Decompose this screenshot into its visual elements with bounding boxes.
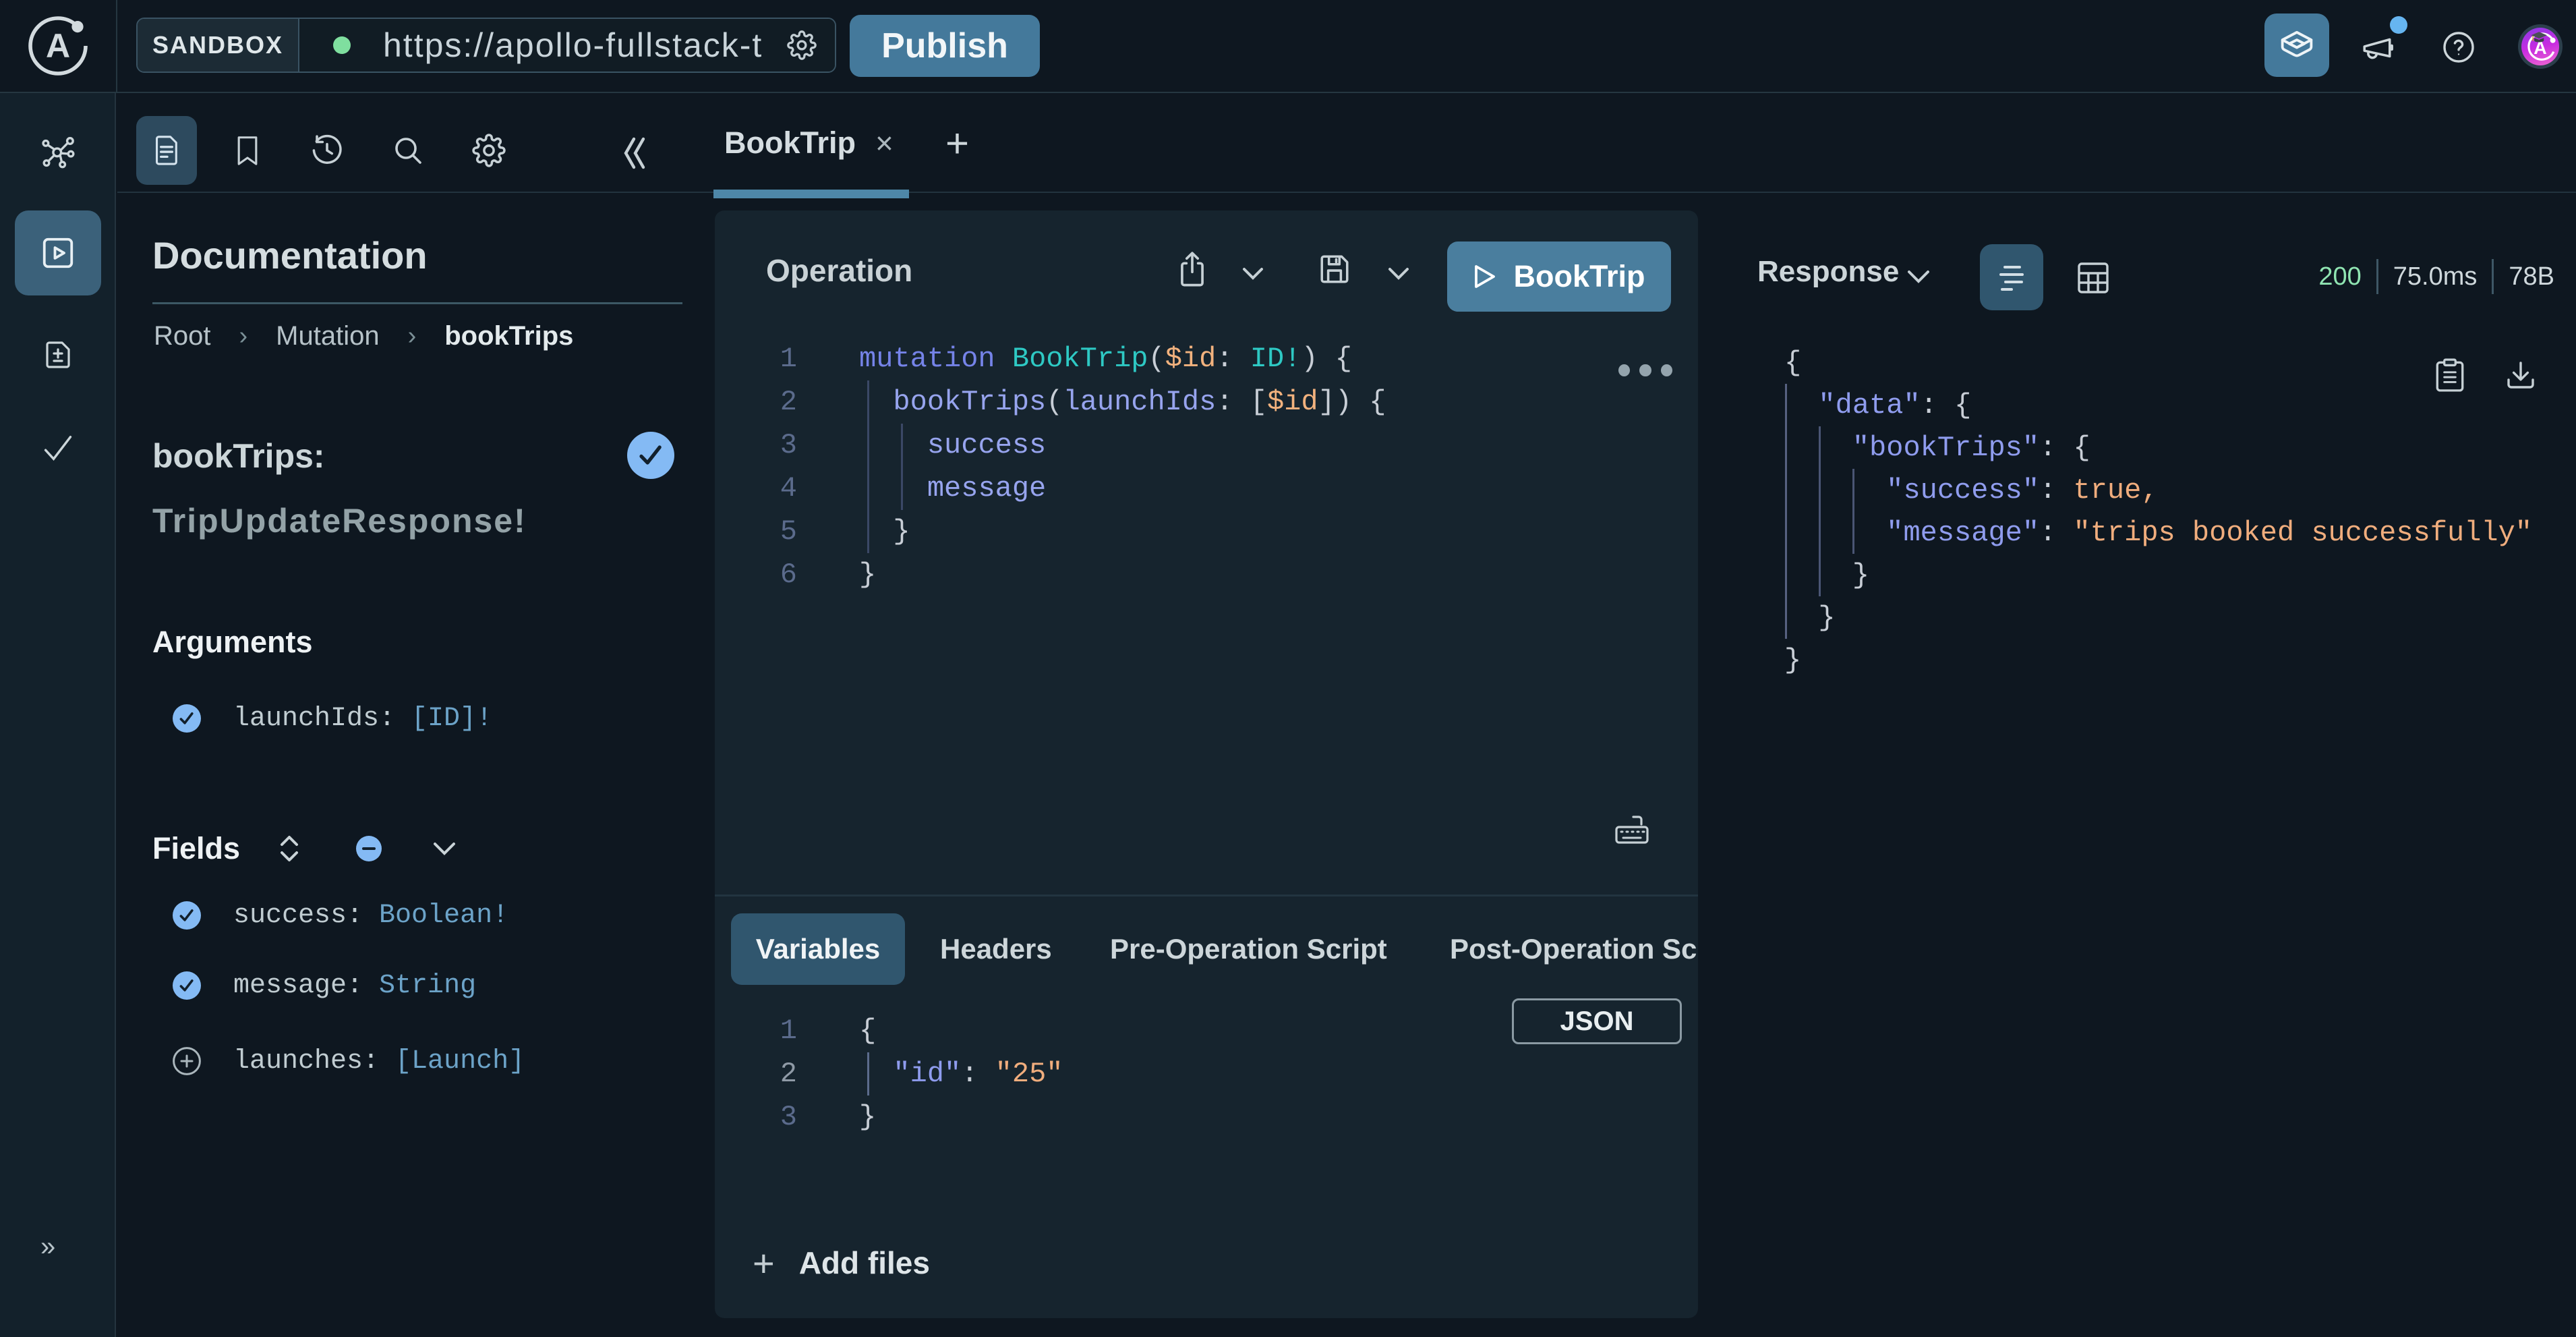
svg-text:A: A	[46, 27, 70, 65]
